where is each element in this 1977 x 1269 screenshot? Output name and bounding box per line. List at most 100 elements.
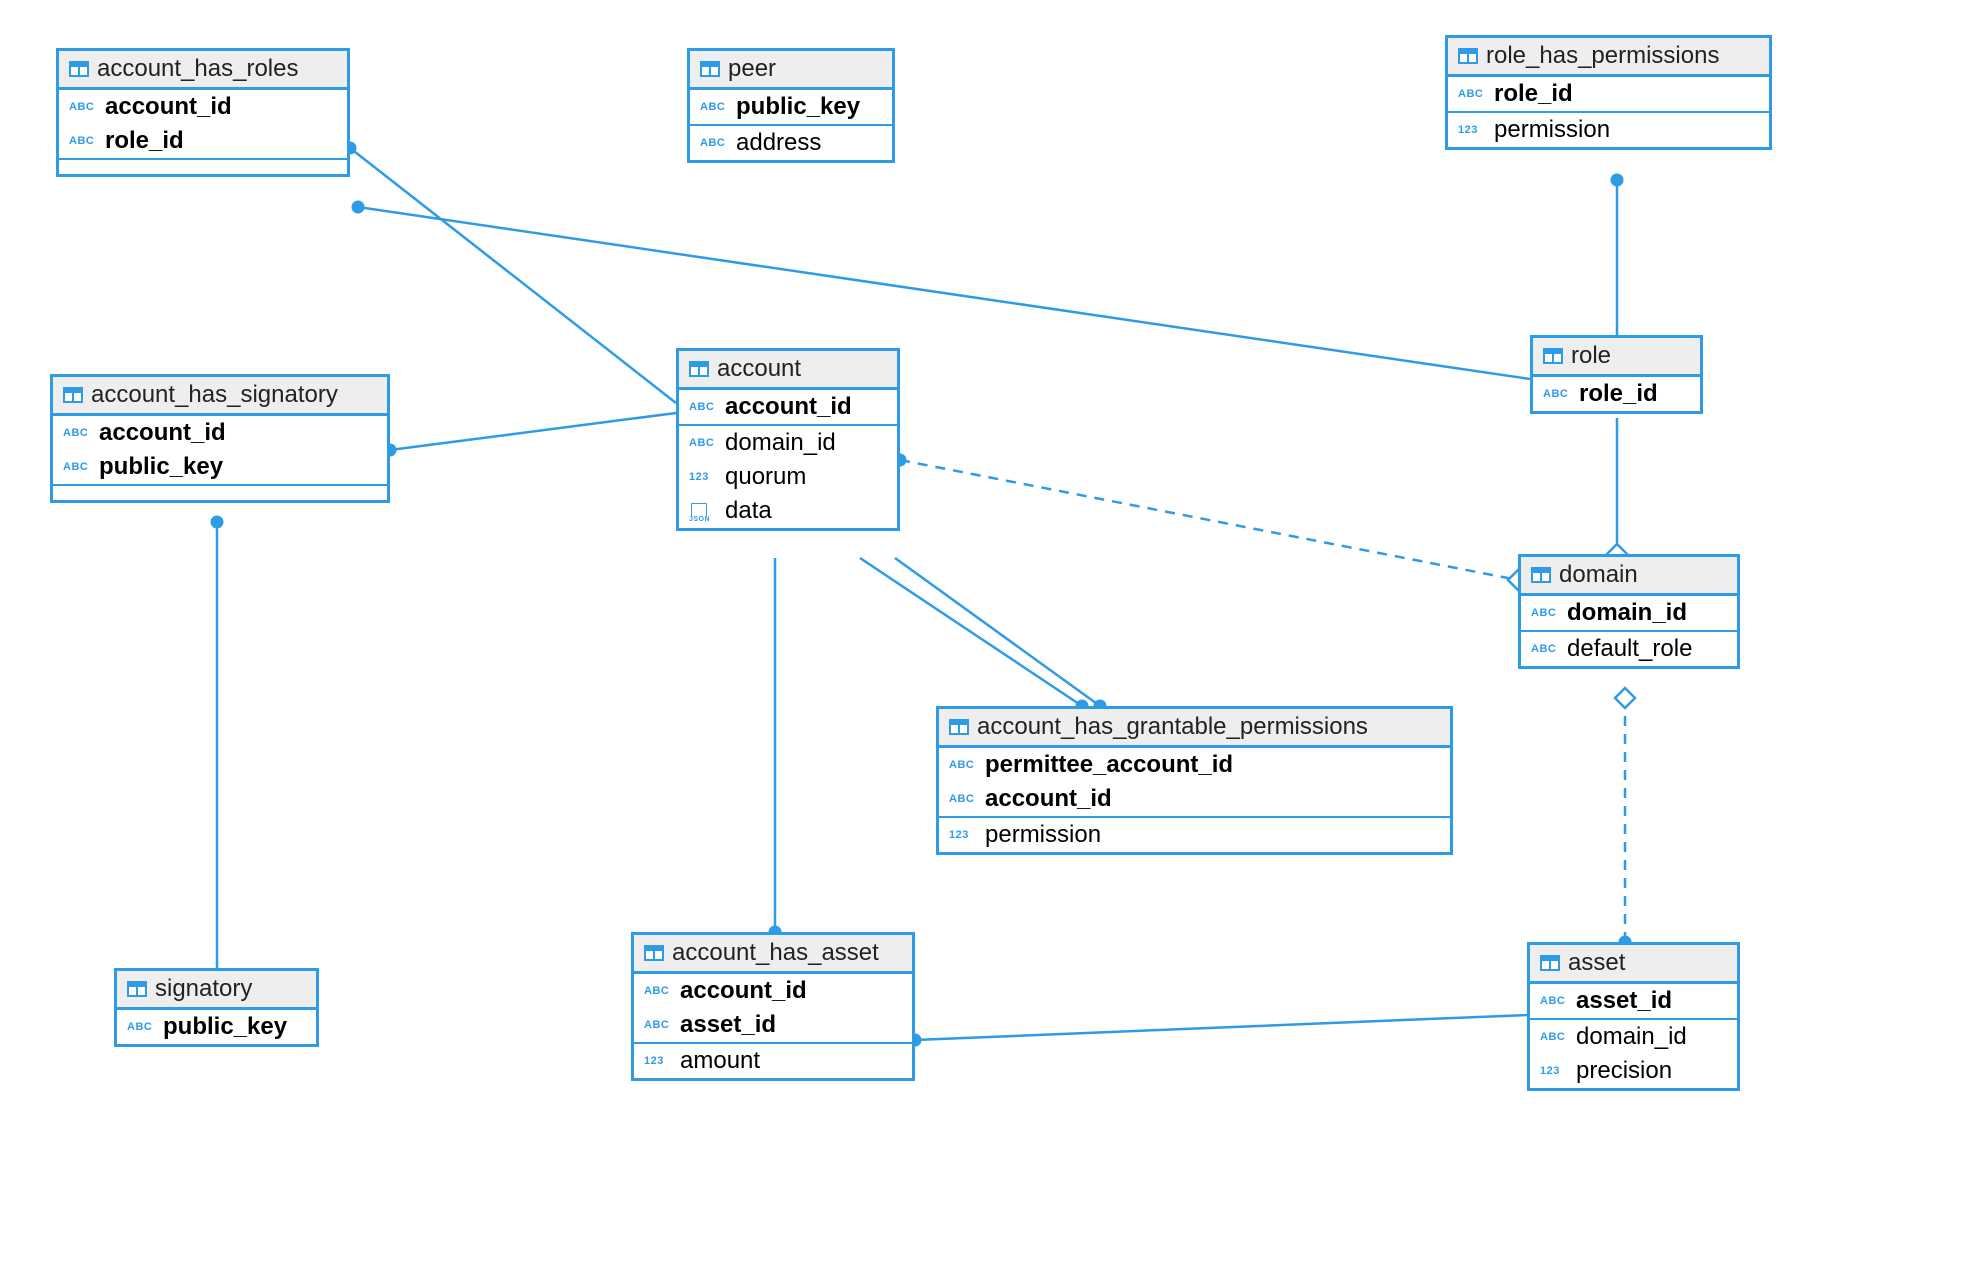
abc-type-icon <box>1540 995 1570 1007</box>
abc-type-icon <box>1531 607 1561 619</box>
column-name: domain_id <box>1576 1023 1687 1051</box>
column-name: asset_id <box>1576 987 1672 1015</box>
entity-title: account_has_asset <box>634 935 912 974</box>
column-name: quorum <box>725 463 806 491</box>
column-name: permittee_account_id <box>985 751 1233 779</box>
column-name: public_key <box>163 1013 287 1041</box>
column-row: role_id <box>1533 377 1700 411</box>
table-icon <box>1540 955 1560 971</box>
connector-line <box>860 558 1082 706</box>
abc-type-icon <box>689 437 719 449</box>
entity-account_has_roles[interactable]: account_has_roles account_id role_id <box>56 48 350 177</box>
num-type-icon <box>949 829 979 841</box>
entity-title: account_has_signatory <box>53 377 387 416</box>
table-icon <box>1543 348 1563 364</box>
entity-asset[interactable]: assetasset_iddomain_idprecision <box>1527 942 1740 1091</box>
column-row: precision <box>1530 1054 1737 1088</box>
entity-account_has_asset[interactable]: account_has_asset account_id asset_idamoun… <box>631 932 915 1081</box>
column-name: account_id <box>985 785 1112 813</box>
column-row: role_id <box>59 124 347 158</box>
entity-domain[interactable]: domain domain_id default_role <box>1518 554 1740 669</box>
endpoint-dot-icon <box>352 201 365 214</box>
entity-title-label: account_has_roles <box>97 55 298 83</box>
column-row: permission <box>939 816 1450 852</box>
column-name: permission <box>985 821 1101 849</box>
num-type-icon <box>1458 124 1488 136</box>
column-row: public_key <box>690 90 892 124</box>
num-type-icon <box>644 1055 674 1067</box>
column-row: account_id <box>679 390 897 424</box>
entity-peer[interactable]: peerpublic_keyaddress <box>687 48 895 163</box>
entity-title-label: role_has_permissions <box>1486 42 1719 70</box>
connector-line <box>915 1015 1527 1040</box>
entity-title: account_has_grantable_permissions <box>939 709 1450 748</box>
entity-role[interactable]: role role_id <box>1530 335 1703 414</box>
column-row: default_role <box>1521 630 1737 666</box>
column-row: public_key <box>53 450 387 484</box>
column-name: amount <box>680 1047 760 1075</box>
column-row: public_key <box>117 1010 316 1044</box>
num-type-icon <box>689 471 719 483</box>
entity-account_has_grantable_permissions[interactable]: account_has_grantable_permissionspermitt… <box>936 706 1453 855</box>
column-name: precision <box>1576 1057 1672 1085</box>
abc-type-icon <box>700 101 730 113</box>
connector-line <box>900 460 1518 580</box>
num-type-icon <box>1540 1065 1570 1077</box>
entity-account_has_signatory[interactable]: account_has_signatoryaccount_idpublic_ke… <box>50 374 390 503</box>
column-row: data <box>679 494 897 528</box>
entity-account[interactable]: account account_id domain_idquorum data <box>676 348 900 531</box>
table-icon <box>700 61 720 77</box>
column-row: asset_id <box>634 1008 912 1042</box>
table-icon <box>1458 48 1478 64</box>
column-name: permission <box>1494 116 1610 144</box>
column-name: public_key <box>736 93 860 121</box>
column-name: account_id <box>105 93 232 121</box>
section-separator <box>59 158 347 174</box>
entity-title-label: account <box>717 355 801 383</box>
abc-type-icon <box>127 1021 157 1033</box>
table-icon <box>63 387 83 403</box>
connector-line <box>390 413 676 450</box>
column-row: permittee_account_id <box>939 748 1450 782</box>
column-row: permission <box>1448 111 1769 147</box>
column-name: data <box>725 497 772 525</box>
abc-type-icon <box>1531 643 1561 655</box>
table-icon <box>1531 567 1551 583</box>
column-row: amount <box>634 1042 912 1078</box>
abc-type-icon <box>700 137 730 149</box>
abc-type-icon <box>644 1019 674 1031</box>
column-row: domain_id <box>1530 1018 1737 1054</box>
column-row: address <box>690 124 892 160</box>
connector-line <box>895 558 1100 706</box>
abc-type-icon <box>689 401 719 413</box>
entity-title-label: account_has_signatory <box>91 381 338 409</box>
column-row: account_id <box>59 90 347 124</box>
column-row: account_id <box>634 974 912 1008</box>
entity-role_has_permissions[interactable]: role_has_permissions role_id permission <box>1445 35 1772 150</box>
endpoint-dot-icon <box>1611 174 1624 187</box>
abc-type-icon <box>63 461 93 473</box>
abc-type-icon <box>644 985 674 997</box>
entity-title: account_has_roles <box>59 51 347 90</box>
connector-line <box>350 148 676 403</box>
column-name: domain_id <box>1567 599 1687 627</box>
column-name: public_key <box>99 453 223 481</box>
endpoint-diamond-icon <box>1615 688 1635 708</box>
entity-title-label: account_has_asset <box>672 939 879 967</box>
column-name: domain_id <box>725 429 836 457</box>
json-type-icon <box>689 503 719 519</box>
abc-type-icon <box>1543 388 1573 400</box>
er-diagram: account_has_rolesaccount_idrole_idpeerpu… <box>0 0 1977 1269</box>
entity-title-label: account_has_grantable_permissions <box>977 713 1368 741</box>
column-row: role_id <box>1448 77 1769 111</box>
entity-signatory[interactable]: signatorypublic_key <box>114 968 319 1047</box>
entity-title: account <box>679 351 897 390</box>
abc-type-icon <box>1458 88 1488 100</box>
column-name: account_id <box>680 977 807 1005</box>
entity-title-label: role <box>1571 342 1611 370</box>
entity-title: role_has_permissions <box>1448 38 1769 77</box>
abc-type-icon <box>63 427 93 439</box>
abc-type-icon <box>949 759 979 771</box>
entity-title: domain <box>1521 557 1737 596</box>
column-row: asset_id <box>1530 984 1737 1018</box>
